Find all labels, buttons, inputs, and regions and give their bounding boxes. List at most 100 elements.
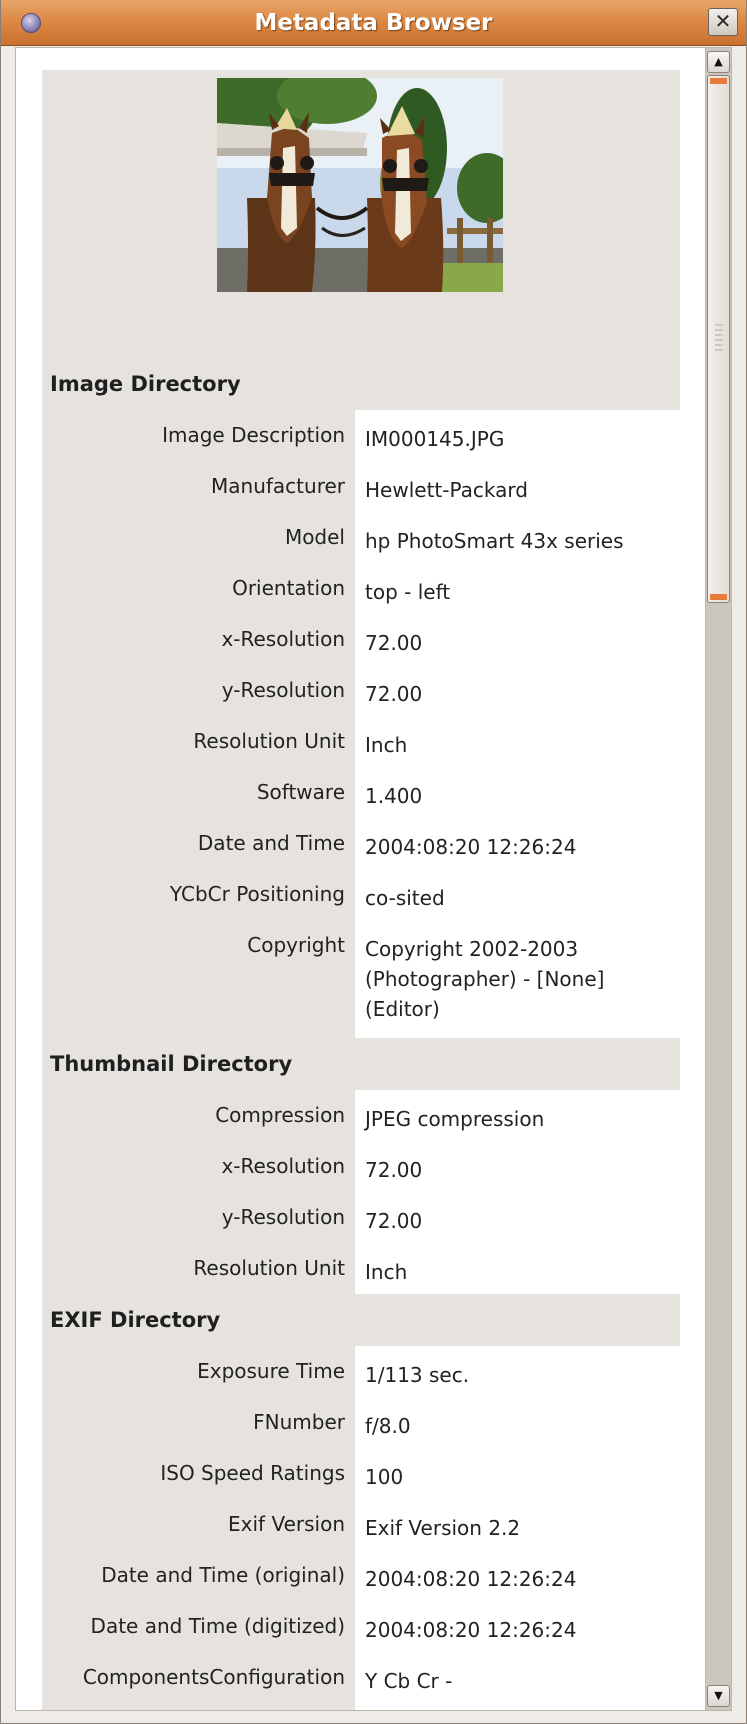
value-cell: 2004:08:20 12:26:24 <box>355 818 680 869</box>
metadata-row: Exposure Time 1/113 sec. <box>42 1346 680 1397</box>
field-label: Date and Time (digitized) <box>90 1614 345 1638</box>
label-cell: ComponentsConfiguration <box>42 1652 355 1703</box>
label-cell: Resolution Unit <box>42 1243 355 1294</box>
metadata-row: ISO Speed Ratings 100 <box>42 1448 680 1499</box>
value-cell: 2004:08:20 12:26:24 <box>355 1550 680 1601</box>
vertical-scrollbar[interactable]: ▲ ▼ <box>705 48 731 1710</box>
field-value[interactable]: JPEG compression <box>365 1104 544 1134</box>
label-cell: x-Resolution <box>42 1141 355 1192</box>
label-cell: Compressed Bits per Pixel <box>42 1703 355 1710</box>
scrollbar-thumb[interactable] <box>707 75 730 603</box>
value-cell: f/8.0 <box>355 1397 680 1448</box>
field-value[interactable]: Exif Version 2.2 <box>365 1513 520 1543</box>
label-cell: Date and Time (digitized) <box>42 1601 355 1652</box>
field-value[interactable]: 2004:08:20 12:26:24 <box>365 832 576 862</box>
field-label: Image Description <box>162 423 345 447</box>
label-cell: y-Resolution <box>42 665 355 716</box>
label-cell: FNumber <box>42 1397 355 1448</box>
label-cell: Exposure Time <box>42 1346 355 1397</box>
thumb-top-accent <box>710 78 727 84</box>
field-label: ISO Speed Ratings <box>160 1461 345 1485</box>
thumb-grip-icon <box>715 324 723 354</box>
field-label: FNumber <box>253 1410 345 1434</box>
value-cell: 100 <box>355 1448 680 1499</box>
field-value[interactable]: 100 <box>365 1462 403 1492</box>
metadata-row: x-Resolution 72.00 <box>42 1141 680 1192</box>
field-label: Model <box>284 525 345 549</box>
field-label: Copyright <box>247 933 345 957</box>
value-cell: Exif Version 2.2 <box>355 1499 680 1550</box>
field-value[interactable]: 72.00 <box>365 1206 422 1236</box>
metadata-row: Orientation top - left <box>42 563 680 614</box>
field-value[interactable]: 1/113 sec. <box>365 1360 469 1390</box>
field-value[interactable]: Inch <box>365 1257 407 1287</box>
metadata-table: Image Directory Image Description IM000145… <box>42 70 680 1710</box>
metadata-row: Copyright Copyright 2002-2003 (Photograph… <box>42 920 680 1038</box>
label-cell: Software <box>42 767 355 818</box>
field-label: y-Resolution <box>221 678 345 702</box>
field-value[interactable]: Copyright 2002-2003 (Photographer) - [No… <box>365 934 604 1024</box>
value-cell: Inch <box>355 716 680 767</box>
metadata-row: Compressed Bits per Pixel 1.81 <box>42 1703 680 1710</box>
label-cell: Orientation <box>42 563 355 614</box>
scroll-up-button[interactable]: ▲ <box>707 51 730 73</box>
value-cell: 72.00 <box>355 1192 680 1243</box>
label-cell: Manufacturer <box>42 461 355 512</box>
metadata-row: x-Resolution 72.00 <box>42 614 680 665</box>
label-cell: x-Resolution <box>42 614 355 665</box>
field-value[interactable]: IM000145.JPG <box>365 424 504 454</box>
value-cell: 1.400 <box>355 767 680 818</box>
field-label: Orientation <box>232 576 345 600</box>
close-icon: ✕ <box>714 9 732 33</box>
field-value[interactable]: 2004:08:20 12:26:24 <box>365 1564 576 1594</box>
field-value[interactable]: 1.400 <box>365 781 422 811</box>
value-cell: Hewlett-Packard <box>355 461 680 512</box>
metadata-row: YCbCr Positioning co-sited <box>42 869 680 920</box>
field-value[interactable]: top - left <box>365 577 450 607</box>
label-cell: Resolution Unit <box>42 716 355 767</box>
field-value[interactable]: 72.00 <box>365 628 422 658</box>
field-label: YCbCr Positioning <box>169 882 345 906</box>
metadata-row: Resolution Unit Inch <box>42 716 680 767</box>
label-cell: Compression <box>42 1090 355 1141</box>
value-cell: 72.00 <box>355 665 680 716</box>
metadata-row: Resolution Unit Inch <box>42 1243 680 1294</box>
metadata-row: Image Description IM000145.JPG <box>42 410 680 461</box>
field-value[interactable]: 72.00 <box>365 679 422 709</box>
value-cell: 2004:08:20 12:26:24 <box>355 1601 680 1652</box>
metadata-row: Software 1.400 <box>42 767 680 818</box>
metadata-row: Date and Time (original) 2004:08:20 12:26… <box>42 1550 680 1601</box>
thumbnail-image <box>217 78 503 292</box>
field-value[interactable]: f/8.0 <box>365 1411 411 1441</box>
field-value[interactable]: Y Cb Cr - <box>365 1666 452 1696</box>
value-cell: hp PhotoSmart 43x series <box>355 512 680 563</box>
metadata-row: Exif Version Exif Version 2.2 <box>42 1499 680 1550</box>
field-value[interactable]: Inch <box>365 730 407 760</box>
close-button[interactable]: ✕ <box>708 8 738 36</box>
field-value[interactable]: Hewlett-Packard <box>365 475 528 505</box>
value-cell: Copyright 2002-2003 (Photographer) - [No… <box>355 920 680 1038</box>
field-label: Compressed Bits per Pixel <box>85 1703 345 1710</box>
metadata-view[interactable]: Image Directory Image Description IM000145… <box>15 47 732 1711</box>
value-cell: top - left <box>355 563 680 614</box>
arrow-up-icon: ▲ <box>714 55 723 68</box>
field-value[interactable]: 72.00 <box>365 1155 422 1185</box>
label-cell: Model <box>42 512 355 563</box>
scroll-down-button[interactable]: ▼ <box>707 1685 730 1707</box>
metadata-browser-window: Metadata Browser ✕ Image Directory Image… <box>0 0 747 1724</box>
arrow-down-icon: ▼ <box>714 1689 723 1702</box>
field-label: Software <box>256 780 345 804</box>
field-value[interactable]: 2004:08:20 12:26:24 <box>365 1615 576 1645</box>
field-label: x-Resolution <box>221 627 345 651</box>
value-cell: co-sited <box>355 869 680 920</box>
value-cell: JPEG compression <box>355 1090 680 1141</box>
title-bar[interactable]: Metadata Browser ✕ <box>1 0 746 46</box>
field-value[interactable]: co-sited <box>365 883 445 913</box>
label-cell: Copyright <box>42 920 355 1038</box>
field-label: Date and Time (original) <box>101 1563 345 1587</box>
field-value[interactable]: hp PhotoSmart 43x series <box>365 526 624 556</box>
section-header: EXIF Directory <box>42 1294 680 1346</box>
label-cell: Image Description <box>42 410 355 461</box>
field-label: Exif Version <box>228 1512 345 1536</box>
field-label: x-Resolution <box>221 1154 345 1178</box>
